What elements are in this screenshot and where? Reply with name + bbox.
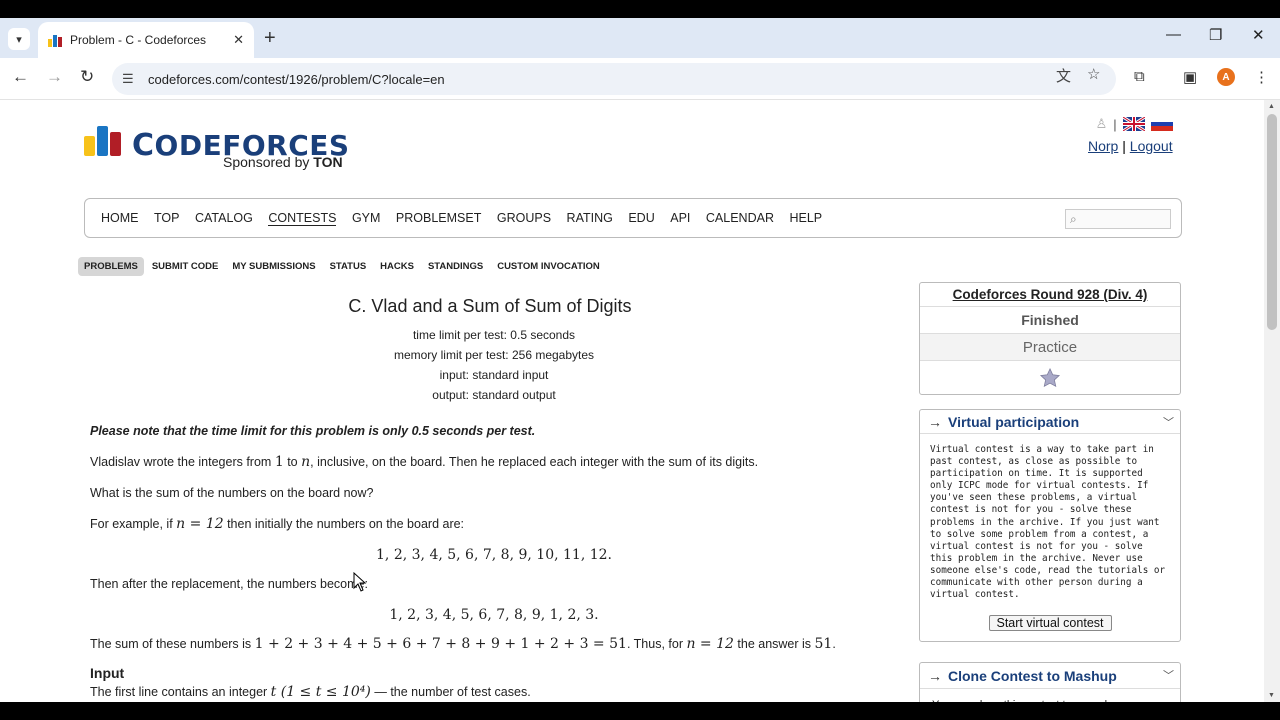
clone-contest-box: → Clone Contest to Mashup ﹀ You can clon… — [919, 662, 1181, 702]
problem-statement: C. Vlad and a Sum of Sum of Digits time … — [90, 296, 898, 701]
address-bar[interactable]: ☰ codeforces.com/contest/1926/problem/C?… — [112, 63, 1116, 95]
sidebar: Codeforces Round 928 (Div. 4) Finished P… — [919, 282, 1181, 702]
menu-calendar[interactable]: CALENDAR — [706, 211, 774, 225]
main-menu: HOME TOP CATALOG CONTESTS GYM PROBLEMSET… — [84, 198, 1182, 238]
legend-paragraph-1: Vladislav wrote the integers from 1 to n… — [90, 454, 759, 470]
contest-info-box: Codeforces Round 928 (Div. 4) Finished P… — [919, 282, 1181, 395]
menu-problemset[interactable]: PROBLEMSET — [396, 211, 481, 225]
bookmark-star-icon[interactable]: ☆ — [1087, 65, 1100, 83]
scrollbar-thumb[interactable] — [1267, 114, 1277, 330]
input-heading: Input — [90, 665, 125, 681]
browser-toolbar: ← → ↻ ☰ codeforces.com/contest/1926/prob… — [0, 58, 1280, 100]
english-flag-icon[interactable] — [1122, 117, 1145, 131]
submenu-status[interactable]: STATUS — [330, 261, 367, 272]
menu-api[interactable]: API — [670, 211, 690, 225]
submenu-hacks[interactable]: HACKS — [380, 261, 414, 272]
menu-catalog[interactable]: CATALOG — [195, 211, 253, 225]
mouse-cursor-icon — [353, 572, 367, 592]
contest-name-link[interactable]: Codeforces Round 928 (Div. 4) — [953, 287, 1148, 302]
favorite-star-icon[interactable] — [1039, 367, 1061, 389]
submenu-problems[interactable]: PROBLEMS — [78, 257, 144, 276]
menu-help[interactable]: HELP — [789, 211, 822, 225]
submenu-custom-invocation[interactable]: CUSTOM INVOCATION — [497, 261, 600, 272]
arrow-right-icon: → — [928, 667, 942, 684]
search-icon: ⌕ — [1070, 212, 1077, 226]
time-limit-note: Please note that the time limit for this… — [90, 424, 536, 438]
contest-status: Finished — [920, 306, 1180, 333]
browser-tab[interactable]: Problem - C - Codeforces ✕ — [38, 22, 254, 58]
math-display-initial: 1, 2, 3, 4, 5, 6, 7, 8, 9, 10, 11, 12. — [376, 547, 612, 563]
menu-kebab-icon[interactable]: ⋮ — [1254, 68, 1269, 86]
user-profile-link[interactable]: Norp — [1088, 138, 1118, 154]
output-spec: output: standard output — [432, 388, 556, 402]
bell-icon[interactable]: ♙ — [1096, 116, 1108, 132]
tab-search-dropdown[interactable]: ▾ — [8, 28, 30, 50]
tab-close-icon[interactable]: ✕ — [233, 32, 244, 48]
side-panel-icon[interactable]: ▣ — [1183, 68, 1197, 86]
search-input[interactable]: ⌕ — [1065, 209, 1171, 229]
tab-title: Problem - C - Codeforces — [70, 33, 207, 47]
tab-strip: ▾ Problem - C - Codeforces ✕ + — ❐ ✕ — [0, 18, 1280, 58]
virtual-description: Virtual contest is a way to take part in… — [930, 444, 1166, 601]
legend-paragraph-3: For example, if n = 12 then initially th… — [90, 516, 465, 532]
extensions-icon[interactable]: ⧉ — [1134, 68, 1145, 85]
scroll-up-icon[interactable]: ▲ — [1268, 103, 1275, 110]
chevron-down-icon[interactable]: ﹀ — [1163, 414, 1174, 430]
problem-limits: time limit per test: 0.5 seconds memory … — [90, 325, 898, 405]
contest-mode: Practice — [920, 333, 1180, 360]
contest-submenu: PROBLEMS SUBMIT CODE MY SUBMISSIONS STAT… — [78, 257, 614, 276]
reload-icon[interactable]: ↻ — [80, 67, 94, 87]
url-text: codeforces.com/contest/1926/problem/C?lo… — [148, 71, 445, 87]
math-display-replaced: 1, 2, 3, 4, 5, 6, 7, 8, 9, 1, 2, 3. — [389, 607, 599, 623]
memory-limit: memory limit per test: 256 megabytes — [393, 348, 595, 362]
close-window-icon[interactable]: ✕ — [1252, 26, 1265, 44]
menu-rating[interactable]: RATING — [567, 211, 613, 225]
menu-top[interactable]: TOP — [154, 211, 179, 225]
clone-contest-header[interactable]: → Clone Contest to Mashup ﹀ — [920, 663, 1180, 690]
submenu-submit-code[interactable]: SUBMIT CODE — [152, 261, 219, 272]
input-spec: input: standard input — [439, 368, 549, 382]
back-icon[interactable]: ← — [12, 67, 29, 87]
arrow-right-icon: → — [928, 413, 942, 430]
forward-icon[interactable]: → — [46, 67, 63, 87]
menu-home[interactable]: HOME — [101, 211, 139, 225]
legend-paragraph-2: What is the sum of the numbers on the bo… — [90, 486, 374, 500]
sponsor-line: Sponsored by TON — [223, 154, 343, 170]
menu-edu[interactable]: EDU — [628, 211, 654, 225]
logo-bars-icon — [84, 126, 124, 156]
browser-window: ▾ Problem - C - Codeforces ✕ + — ❐ ✕ ← →… — [0, 18, 1280, 702]
virtual-participation-box: → Virtual participation ﹀ Virtual contes… — [919, 409, 1181, 643]
russian-flag-icon[interactable] — [1150, 117, 1173, 131]
chevron-down-icon[interactable]: ﹀ — [1163, 667, 1174, 683]
scroll-down-icon[interactable]: ▼ — [1268, 692, 1275, 699]
profile-avatar[interactable]: A — [1217, 68, 1235, 86]
virtual-participation-header[interactable]: → Virtual participation ﹀ — [920, 410, 1180, 434]
clone-description: You can clone this contest to a mashup. — [920, 689, 1180, 702]
menu-groups[interactable]: GROUPS — [497, 211, 551, 225]
submenu-my-submissions[interactable]: MY SUBMISSIONS — [232, 261, 315, 272]
problem-title: C. Vlad and a Sum of Sum of Digits — [348, 296, 632, 316]
start-virtual-contest-button[interactable]: Start virtual contest — [988, 615, 1112, 632]
legend-paragraph-4: Then after the replacement, the numbers … — [90, 577, 368, 591]
legend-paragraph-5: The sum of these numbers is 1 + 2 + 3 + … — [90, 636, 836, 652]
menu-gym[interactable]: GYM — [352, 211, 380, 225]
restore-icon[interactable]: ❐ — [1209, 26, 1222, 44]
new-tab-icon[interactable]: + — [264, 27, 276, 50]
site-info-icon[interactable]: ☰ — [122, 71, 138, 87]
translate-icon[interactable]: 文 — [1056, 65, 1071, 86]
logout-link[interactable]: Logout — [1130, 138, 1173, 154]
menu-contests[interactable]: CONTESTS — [268, 211, 337, 226]
minimize-icon[interactable]: — — [1166, 26, 1181, 43]
input-paragraph: The first line contains an integer t (1 … — [90, 684, 531, 700]
codeforces-favicon-icon — [48, 33, 62, 47]
web-page: CODEFORCES Sponsored by TON ♙ | Norp | L… — [0, 100, 1264, 702]
time-limit: time limit per test: 0.5 seconds — [412, 328, 576, 342]
submenu-standings[interactable]: STANDINGS — [428, 261, 483, 272]
header-account: ♙ | Norp | Logout — [1088, 116, 1173, 154]
page-scrollbar[interactable]: ▲ ▼ — [1264, 100, 1280, 702]
